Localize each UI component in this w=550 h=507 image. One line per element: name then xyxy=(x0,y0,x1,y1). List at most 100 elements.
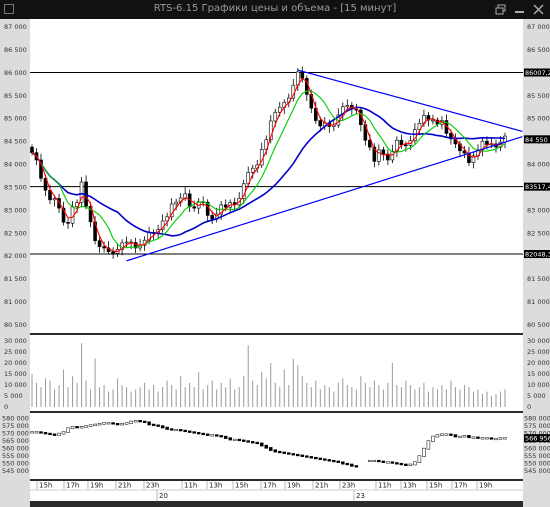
oi-bar xyxy=(458,435,462,438)
oi-bar xyxy=(219,435,223,438)
candle-body xyxy=(399,139,404,146)
oi-bar xyxy=(115,423,120,426)
chart-window: 87 00087 00086 50086 50086 00086 00085 5… xyxy=(0,19,550,507)
candle-body xyxy=(30,146,34,153)
candle-body xyxy=(273,111,278,122)
oi-bar xyxy=(183,429,187,433)
oi-bar xyxy=(156,424,160,427)
volume-tick-label-right: 25 000 xyxy=(527,348,550,356)
oi-bar xyxy=(291,453,296,456)
oi-bar xyxy=(228,437,232,441)
price-tick-label-left: 86 000 xyxy=(4,69,27,77)
oi-bar xyxy=(300,454,305,457)
oi-bar xyxy=(323,458,327,461)
time-label: 17h xyxy=(263,482,276,490)
oi-bar xyxy=(368,459,372,462)
oi-bar xyxy=(381,460,386,463)
oi-bar xyxy=(269,447,273,451)
candle-body xyxy=(223,204,228,208)
oi-bar xyxy=(201,432,205,436)
time-label: 17h xyxy=(66,482,79,490)
oi-bar xyxy=(187,430,192,433)
volume-tick-label-left: 0 xyxy=(4,403,8,411)
time-label: 15h xyxy=(235,482,248,490)
oi-bar xyxy=(489,437,494,440)
oi-bar xyxy=(314,456,318,460)
oi-bar xyxy=(273,449,278,453)
oi-bar xyxy=(341,461,345,465)
oi-bar xyxy=(422,447,426,457)
time-label: 11h xyxy=(378,482,391,490)
oi-bar xyxy=(210,434,214,437)
oi-bar xyxy=(160,425,165,429)
oi-bar xyxy=(138,420,142,423)
oi-bar xyxy=(305,455,309,458)
candle-body xyxy=(345,105,350,108)
oi-bar xyxy=(462,435,467,438)
price-tag: 83517,4 xyxy=(524,182,550,191)
candle-body xyxy=(66,222,70,224)
candle-body xyxy=(111,251,115,254)
oi-bar xyxy=(318,457,323,460)
oi-bar xyxy=(390,461,395,464)
chart-canvas[interactable]: 87 00087 00086 50086 50086 00086 00085 5… xyxy=(0,19,550,507)
oi-bar xyxy=(264,444,268,449)
price-tick-label-left: 86 500 xyxy=(4,46,27,54)
time-label: 19h xyxy=(90,482,103,490)
oi-bar xyxy=(39,431,43,434)
price-tick-label-right: 85 500 xyxy=(527,92,550,100)
volume-tick-label-left: 30 000 xyxy=(4,337,27,345)
oi-bar xyxy=(250,441,255,444)
candle-body xyxy=(300,71,305,79)
price-tag-label: 84 550 xyxy=(525,136,548,144)
volume-tick-label-left: 20 000 xyxy=(4,359,27,367)
price-tick-label-left: 82 000 xyxy=(4,252,27,260)
volume-tick-label-right: 5 000 xyxy=(527,392,546,400)
restore-icon[interactable] xyxy=(495,4,507,15)
volume-tick-label-left: 5 000 xyxy=(4,392,23,400)
oi-bar xyxy=(309,456,314,459)
oi-bar xyxy=(327,459,332,462)
candle-body xyxy=(97,240,102,247)
oi-bar xyxy=(165,426,169,430)
oi-bar xyxy=(296,453,300,457)
oi-bar xyxy=(494,438,498,441)
oi-bar xyxy=(377,459,381,463)
oi-bar xyxy=(147,421,151,426)
oi-tick-label-left: 545 000 xyxy=(2,467,29,475)
minimize-icon[interactable] xyxy=(514,4,526,15)
oi-bar xyxy=(174,429,178,432)
oi-bar xyxy=(84,425,88,428)
price-tick-label-left: 81 500 xyxy=(4,275,27,283)
volume-tick-label-left: 10 000 xyxy=(4,381,27,389)
oi-bar xyxy=(246,440,250,443)
oi-bar xyxy=(133,420,138,423)
oi-bar xyxy=(372,459,377,462)
price-tick-label-left: 83 500 xyxy=(4,183,27,191)
oi-bar xyxy=(142,420,147,424)
price-tick-label-right: 87 000 xyxy=(527,23,550,31)
oi-bar xyxy=(282,451,287,454)
oi-bar xyxy=(498,437,503,440)
oi-bar xyxy=(97,423,102,426)
volume-tick-label-right: 15 000 xyxy=(527,370,550,378)
oi-bar xyxy=(75,426,79,429)
time-label: 13h xyxy=(403,482,416,490)
oi-bar xyxy=(30,431,34,434)
price-tick-label-left: 87 000 xyxy=(4,23,27,31)
oi-bar xyxy=(332,459,336,463)
price-panel[interactable] xyxy=(30,19,523,333)
oi-bar xyxy=(79,426,84,429)
oi-bar xyxy=(111,422,115,425)
time-label: 15h xyxy=(429,482,442,490)
oi-bar xyxy=(435,434,440,438)
oi-tick-label-right: 545 000 xyxy=(524,467,550,475)
candle-body xyxy=(250,167,255,173)
oi-bar xyxy=(395,462,399,465)
time-label: 23h xyxy=(146,482,159,490)
oi-bar xyxy=(205,433,210,436)
window-titlebar: RTS-6.15 Графики цены и объема - [15 мин… xyxy=(0,0,550,19)
candle-body xyxy=(318,120,323,127)
oi-bar xyxy=(232,438,237,441)
close-icon[interactable] xyxy=(533,4,545,15)
